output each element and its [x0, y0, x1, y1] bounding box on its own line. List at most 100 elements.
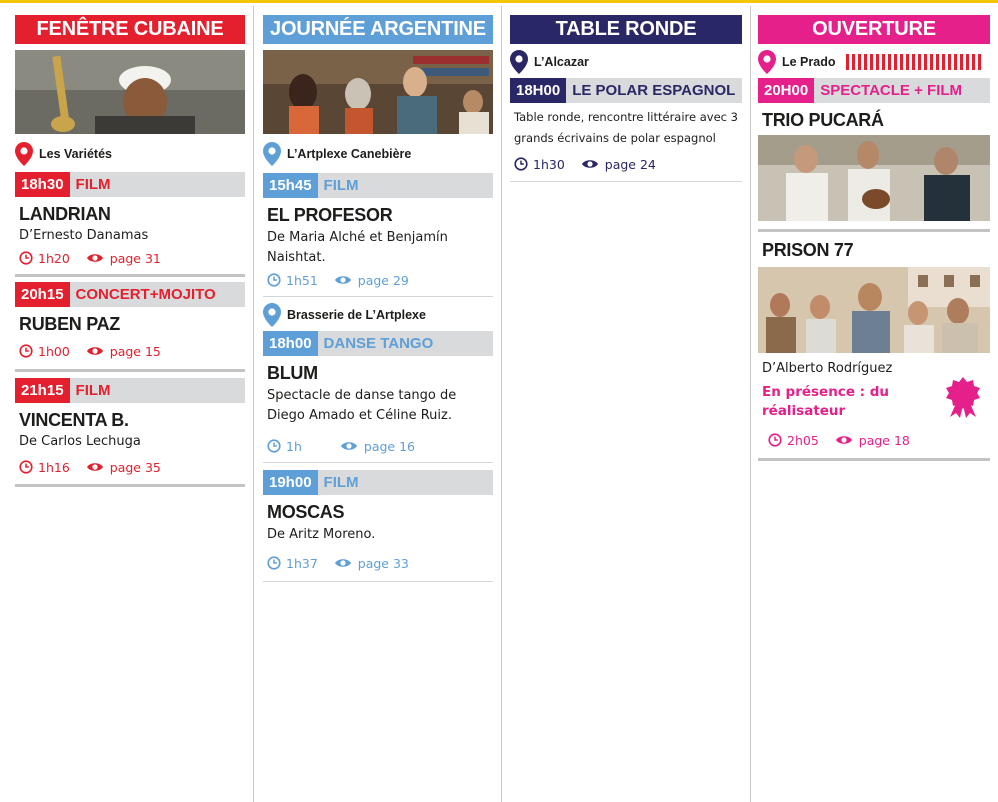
rosette-badge-icon — [946, 377, 980, 418]
event-kind: FILM — [75, 382, 111, 399]
venue-name: Brasserie de L’Artplexe — [287, 308, 426, 322]
column-divider — [501, 6, 502, 802]
eye-icon — [334, 276, 351, 284]
presence-note: En présence : du réalisateur — [762, 384, 890, 419]
event-title: BLUM — [267, 363, 318, 383]
event-title: PRISON 77 — [762, 240, 854, 260]
venue-name: L’Artplexe Canebière — [287, 147, 412, 161]
event-time: 18h30 — [15, 172, 70, 197]
venue-label: L’Artplexe Canebière — [263, 140, 493, 168]
event-time: 18H00 — [510, 78, 567, 103]
event-time-bar: 18h30 FILM — [15, 172, 245, 197]
event-duration: 1h — [286, 438, 302, 454]
event-time-bar: 20H00 SPECTACLE + FILM — [758, 78, 990, 103]
event-description: De Carlos Lechuga — [19, 434, 141, 449]
event-photo — [758, 267, 990, 353]
event-meta: 1h30 page 24 — [514, 154, 742, 174]
event-time: 20h15 — [15, 282, 70, 307]
event-time: 18h00 — [263, 331, 318, 356]
venue-name: Le Prado — [782, 55, 836, 69]
event-meta: 1h37 page 33 — [267, 553, 493, 573]
event-title: RUBEN PAZ — [19, 314, 120, 334]
venue-name: Les Variétés — [39, 147, 112, 161]
event-kind: DANSE TANGO — [323, 335, 434, 352]
eye-icon — [86, 347, 103, 355]
event-separator — [758, 458, 990, 461]
venue-label: Brasserie de L’Artplexe — [263, 301, 493, 329]
column-header: TABLE RONDE — [510, 15, 742, 44]
event-separator — [263, 581, 493, 582]
event-separator — [758, 229, 990, 232]
clock-icon — [267, 439, 281, 453]
event-page-ref: page 31 — [109, 250, 161, 266]
clock-icon — [19, 251, 33, 265]
event-time-bar: 19h00 FILM — [263, 470, 493, 495]
clock-icon — [267, 273, 281, 287]
event-time-bar: 15h45 FILM — [263, 173, 493, 198]
event-page-ref: page 18 — [858, 432, 910, 448]
event-duration: 1h00 — [38, 343, 70, 359]
venue-name: L’Alcazar — [534, 55, 589, 69]
event-description: D’Ernesto Danamas — [19, 228, 149, 243]
program-page: FENÊTRE CUBAINE Les Variétés 18h30 FILM L… — [0, 0, 998, 802]
event-meta: 2h05 page 18 — [762, 430, 990, 450]
clock-icon — [19, 460, 33, 474]
column-journee-argentine: JOURNÉE ARGENTINE L’Artplexe Canebière 1 — [263, 6, 493, 802]
event-page-ref: page 15 — [109, 343, 161, 359]
event-duration: 1h51 — [286, 272, 318, 288]
event-time: 15h45 — [263, 173, 318, 198]
venue-label: L’Alcazar — [510, 48, 742, 76]
event-time-bar: 18H00 LE POLAR ESPAGNOL — [510, 78, 742, 103]
event-meta: 1h page 16 — [267, 436, 493, 456]
column-fenetre-cubaine: FENÊTRE CUBAINE Les Variétés 18h30 FILM L… — [15, 6, 245, 802]
event-title: VINCENTA B. — [19, 410, 129, 430]
column-table-ronde: TABLE RONDE L’Alcazar 18H00 LE POLAR ESPA… — [510, 6, 742, 802]
event-time-bar: 18h00 DANSE TANGO — [263, 331, 493, 356]
eye-icon — [835, 436, 852, 444]
event-page-ref: page 24 — [604, 156, 656, 172]
column-divider — [750, 6, 751, 802]
event-description: Spectacle de danse tango de Diego Amado … — [267, 388, 457, 423]
eye-icon — [581, 160, 598, 168]
event-description: Table ronde, rencontre littéraire avec 3… — [514, 110, 738, 145]
event-duration: 1h16 — [38, 459, 70, 475]
eye-icon — [340, 442, 357, 450]
event-page-ref: page 35 — [109, 459, 161, 475]
event-separator — [263, 296, 493, 297]
map-pin-icon — [510, 50, 528, 74]
event-title: LANDRIAN — [19, 204, 111, 224]
event-kind: SPECTACLE + FILM — [820, 82, 963, 99]
map-pin-icon — [263, 303, 281, 327]
event-title: MOSCAS — [267, 502, 345, 522]
clock-icon — [267, 556, 281, 570]
event-kind: FILM — [323, 474, 359, 491]
eye-icon — [334, 559, 351, 567]
decorative-stripes — [845, 54, 981, 70]
event-time: 20H00 — [758, 78, 815, 103]
event-duration: 1h30 — [533, 156, 565, 172]
map-pin-icon — [263, 142, 281, 166]
clock-icon — [514, 157, 528, 171]
map-pin-icon — [15, 142, 33, 166]
column-divider — [253, 6, 254, 802]
event-duration: 2h05 — [787, 432, 819, 448]
event-meta: 1h51 page 29 — [267, 270, 493, 290]
event-page-ref: page 29 — [357, 272, 409, 288]
event-duration: 1h37 — [286, 555, 318, 571]
event-duration: 1h20 — [38, 250, 70, 266]
event-kind: FILM — [75, 176, 111, 193]
column-header: FENÊTRE CUBAINE — [15, 15, 245, 44]
event-page-ref: page 16 — [363, 438, 415, 454]
event-separator — [15, 274, 245, 277]
event-photo — [263, 50, 493, 134]
venue-label: Le Prado — [758, 48, 990, 76]
event-time-bar: 20h15 CONCERT+MOJITO — [15, 282, 245, 307]
event-title: TRIO PUCARÁ — [762, 110, 884, 130]
event-time-bar: 21h15 FILM — [15, 378, 245, 403]
event-page-ref: page 33 — [357, 555, 409, 571]
event-meta: 1h00 page 15 — [19, 341, 245, 361]
event-time: 19h00 — [263, 470, 318, 495]
presence-block: En présence : du réalisateur — [758, 377, 990, 421]
event-title: EL PROFESOR — [267, 205, 393, 225]
event-kind: CONCERT+MOJITO — [75, 286, 216, 303]
